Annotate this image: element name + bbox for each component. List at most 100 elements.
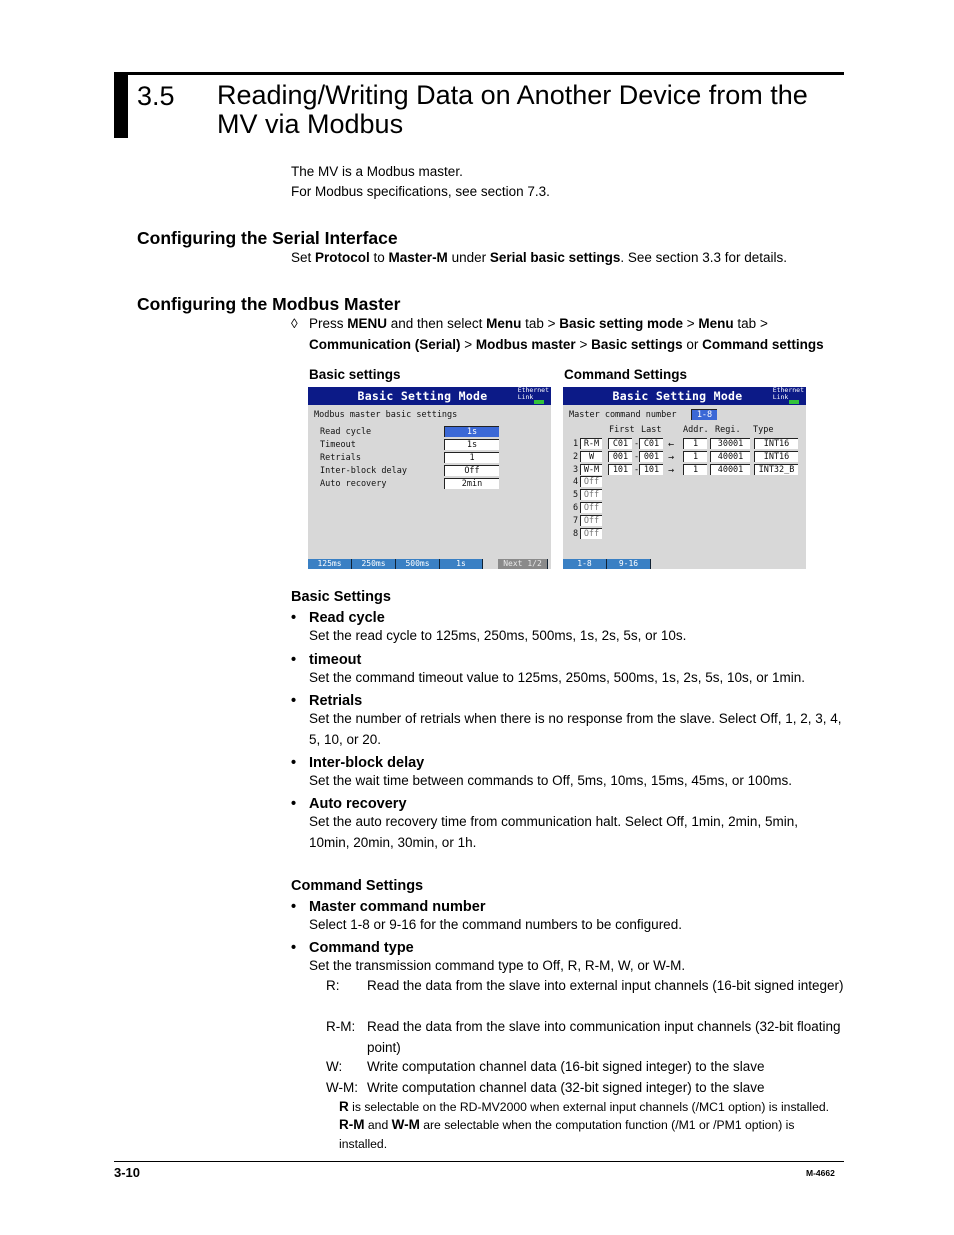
last-channel-field[interactable]: 001 [639, 450, 663, 462]
command-type-field[interactable]: W [580, 450, 602, 462]
caption-command-settings: Command Settings [564, 367, 688, 382]
screen-command-settings: Basic Setting Mode Ethernet Link Master c… [563, 387, 806, 569]
ethernet-link-label: Ethernet Link [517, 387, 549, 401]
last-channel-field[interactable]: 101 [639, 463, 663, 475]
bullet-timeout: • timeout [291, 652, 362, 668]
arrow-right-icon: → [668, 451, 675, 463]
procedure-line-1: Press MENU and then select Menu tab > Ba… [309, 316, 768, 331]
desc-inter-block-delay: Set the wait time between commands to Of… [309, 773, 792, 788]
desc-command-type: Set the transmission command type to Off… [309, 958, 686, 973]
first-channel-field[interactable]: 001 [608, 450, 632, 462]
command-type-field[interactable]: Off [580, 489, 602, 501]
softkey-next[interactable]: Next 1/2 [498, 559, 548, 569]
data-type-field[interactable]: INT16 [754, 450, 798, 462]
heading-basic-settings: Basic Settings [291, 589, 391, 605]
register-field[interactable]: 30001 [710, 438, 750, 449]
field-timeout[interactable]: 1s [444, 439, 499, 450]
bullet-command-type: • Command type [291, 940, 414, 956]
command-row-number: 2 [573, 451, 579, 462]
register-field[interactable]: 40001 [710, 450, 750, 462]
label-auto-recovery: Auto recovery [320, 479, 387, 489]
note-r-selectable: R is selectable on the RD-MV2000 when ex… [339, 1099, 830, 1114]
heading-serial-interface: Configuring the Serial Interface [137, 228, 398, 248]
document-id: M-4662 [806, 1168, 835, 1178]
bullet-master-command-number: • Master command number [291, 899, 486, 915]
softkey-250ms[interactable]: 250ms [352, 559, 396, 569]
softkey-1s[interactable]: 1s [440, 559, 483, 569]
softkey-9-16[interactable]: 9-16 [607, 559, 651, 569]
command-row-number: 7 [573, 515, 579, 526]
bullet-read-cycle: • Read cycle [291, 610, 385, 626]
command-type-field[interactable]: W-M [580, 463, 602, 475]
footer-rule [114, 1161, 844, 1162]
field-read-cycle[interactable]: 1s [444, 426, 499, 437]
softkey-500ms[interactable]: 500ms [396, 559, 440, 569]
softkey-bar: 1-8 9-16 [563, 559, 806, 569]
section-title: Reading/Writing Data on Another Device f… [217, 80, 808, 139]
header-first: First [609, 425, 635, 435]
field-retrials[interactable]: 1 [444, 452, 499, 463]
command-type-field[interactable]: Off [580, 502, 602, 513]
softkey-125ms[interactable]: 125ms [308, 559, 352, 569]
bullet-auto-recovery: • Auto recovery [291, 796, 407, 812]
label-read-cycle: Read cycle [320, 427, 372, 437]
header-regi: Regi. [715, 425, 741, 435]
desc-read-cycle: Set the read cycle to 125ms, 250ms, 500m… [309, 628, 687, 643]
header-type: Type [753, 425, 774, 435]
field-inter-block-delay[interactable]: Off [444, 465, 499, 476]
label-retrials: Retrials [320, 453, 361, 463]
field-auto-recovery[interactable]: 2min [444, 478, 499, 489]
section-number: 3.5 [137, 81, 175, 111]
command-row-number: 4 [573, 477, 579, 488]
command-row-number: 1 [573, 439, 579, 449]
screen-subtitle: Modbus master basic settings [314, 410, 458, 420]
label-inter-block-delay: Inter-block delay [320, 466, 407, 476]
slave-address-field[interactable]: 1 [683, 450, 707, 462]
slave-address-field[interactable]: 1 [683, 438, 707, 449]
intro-line-2: For Modbus specifications, see section 7… [291, 184, 550, 199]
arrow-right-icon: → [668, 464, 675, 476]
last-channel-field[interactable]: C01 [639, 438, 663, 449]
command-row-number: 3 [573, 464, 579, 475]
command-type-field[interactable]: R-M [580, 438, 602, 449]
header-rule [114, 72, 844, 75]
label-timeout: Timeout [320, 440, 356, 450]
softkey-bar: 125ms 250ms 500ms 1s Next 1/2 [308, 559, 551, 569]
screen-basic-settings: Basic Setting Mode Ethernet Link Modbus m… [308, 387, 551, 569]
desc-master-command-number: Select 1-8 or 9-16 for the command numbe… [309, 917, 682, 932]
command-type-field[interactable]: Off [580, 476, 602, 488]
command-row-number: 8 [573, 528, 579, 539]
command-row-number: 6 [573, 503, 579, 513]
data-type-field[interactable]: INT16 [754, 438, 798, 449]
desc-retrials: Set the number of retrials when there is… [309, 711, 842, 747]
caption-basic-settings: Basic settings [309, 367, 401, 382]
section-marker-bar [114, 72, 128, 138]
intro-line-1: The MV is a Modbus master. [291, 164, 463, 179]
note-rm-wm-selectable: R-M and W-M are selectable when the comp… [339, 1117, 795, 1151]
master-command-number-label: Master command number [569, 410, 677, 420]
bullet-retrials: • Retrials [291, 693, 363, 709]
command-type-field[interactable]: Off [580, 514, 602, 526]
serial-interface-text: Set Protocol to Master-M under Serial ba… [291, 250, 788, 265]
master-command-number-field[interactable]: 1-8 [691, 409, 717, 420]
first-channel-field[interactable]: 101 [608, 463, 632, 475]
data-type-field[interactable]: INT32_B [754, 463, 798, 475]
procedure-line-2: Communication (Serial) > Modbus master >… [309, 337, 824, 352]
command-row-number: 5 [573, 490, 579, 501]
ethernet-link-label: Ethernet Link [772, 387, 804, 401]
softkey-1-8[interactable]: 1-8 [563, 559, 607, 569]
first-channel-field[interactable]: C01 [608, 438, 632, 449]
ethernet-link-led-icon [789, 400, 799, 404]
command-type-field[interactable]: Off [580, 527, 602, 539]
register-field[interactable]: 40001 [710, 463, 750, 475]
heading-modbus-master: Configuring the Modbus Master [137, 294, 401, 314]
screen-title: Basic Setting Mode [563, 387, 806, 405]
page-number: 3-10 [114, 1165, 141, 1180]
header-addr: Addr. [683, 425, 709, 435]
heading-command-settings: Command Settings [291, 878, 424, 894]
arrow-left-icon: ← [668, 439, 675, 450]
slave-address-field[interactable]: 1 [683, 463, 707, 475]
desc-auto-recovery: Set the auto recovery time from communic… [309, 814, 798, 850]
header-last: Last [641, 425, 662, 435]
screen-title: Basic Setting Mode [308, 387, 551, 405]
